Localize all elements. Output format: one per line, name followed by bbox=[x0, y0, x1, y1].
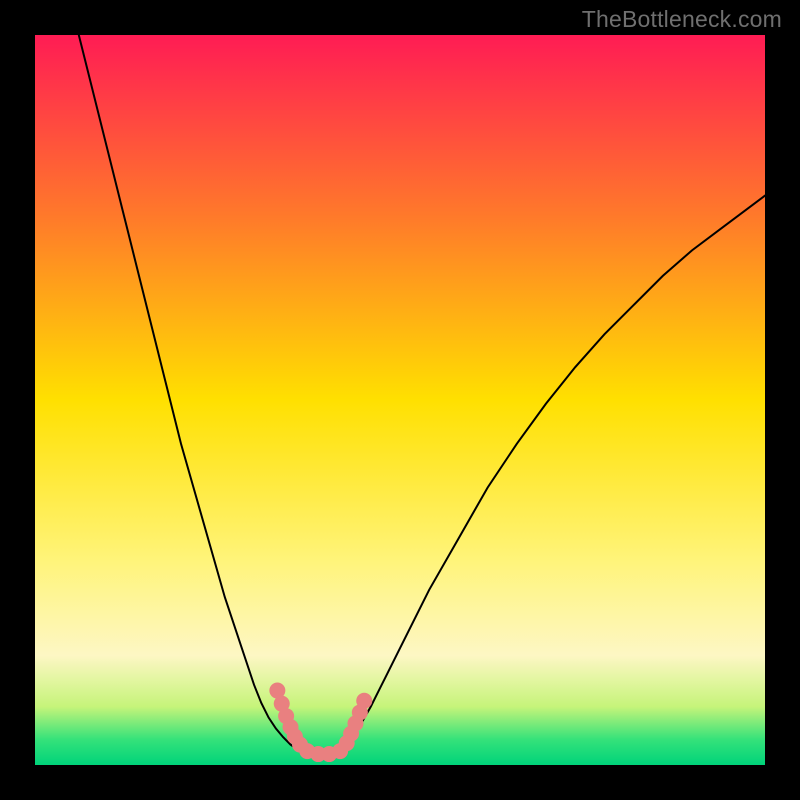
background-gradient bbox=[35, 35, 765, 765]
watermark-text: TheBottleneck.com bbox=[582, 6, 782, 33]
chart-frame: TheBottleneck.com bbox=[0, 0, 800, 800]
valley-marker-right-ascend-pt-4 bbox=[356, 693, 372, 709]
plot-area bbox=[35, 35, 765, 765]
chart-svg bbox=[35, 35, 765, 765]
